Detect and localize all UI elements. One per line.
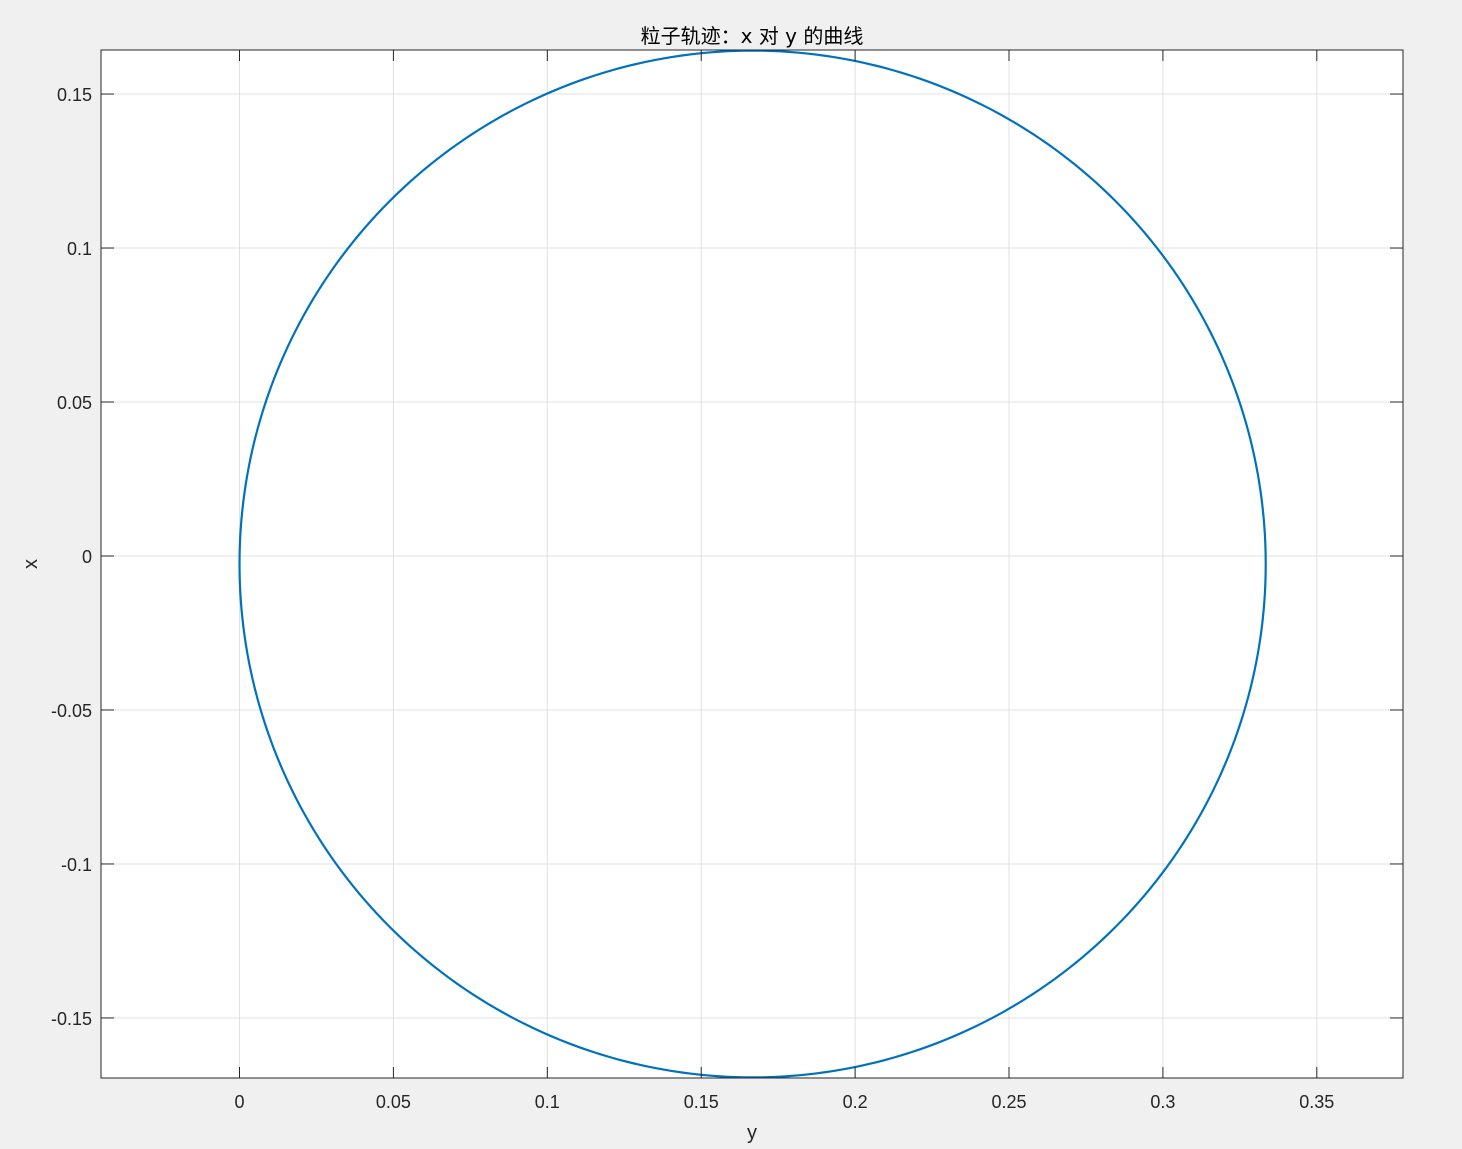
x-tick-label: 0.3 bbox=[1150, 1092, 1175, 1112]
figure: 0 0.05 0.1 0.15 0.2 0.25 0.3 0.35 0.15 0.1 0.05 0 -… bbox=[20, 24, 1404, 1144]
chart-title: 粒子轨迹：x 对 y 的曲线 bbox=[641, 24, 864, 48]
y-tick-label: -0.05 bbox=[51, 701, 92, 721]
y-tick-label: 0.05 bbox=[57, 393, 92, 413]
y-tick-label: 0 bbox=[82, 547, 92, 567]
x-tick-label: 0.15 bbox=[684, 1092, 719, 1112]
y-tick-labels: 0.15 0.1 0.05 0 -0.05 -0.1 -0.15 bbox=[51, 85, 92, 1029]
x-tick-label: 0.25 bbox=[991, 1092, 1026, 1112]
y-axis-label: x bbox=[20, 559, 42, 569]
x-tick-labels: 0 0.05 0.1 0.15 0.2 0.25 0.3 0.35 bbox=[235, 1092, 1335, 1112]
y-tick-label: -0.1 bbox=[61, 855, 92, 875]
y-tick-label: 0.1 bbox=[67, 239, 92, 259]
x-tick-label: 0.05 bbox=[376, 1092, 411, 1112]
x-tick-label: 0.35 bbox=[1299, 1092, 1334, 1112]
x-tick-label: 0.2 bbox=[843, 1092, 868, 1112]
x-tick-label: 0.1 bbox=[535, 1092, 560, 1112]
y-tick-label: 0.15 bbox=[57, 85, 92, 105]
x-axis-label: y bbox=[747, 1122, 757, 1144]
x-tick-label: 0 bbox=[235, 1092, 245, 1112]
plot-area bbox=[101, 50, 1403, 1078]
y-tick-label: -0.15 bbox=[51, 1009, 92, 1029]
